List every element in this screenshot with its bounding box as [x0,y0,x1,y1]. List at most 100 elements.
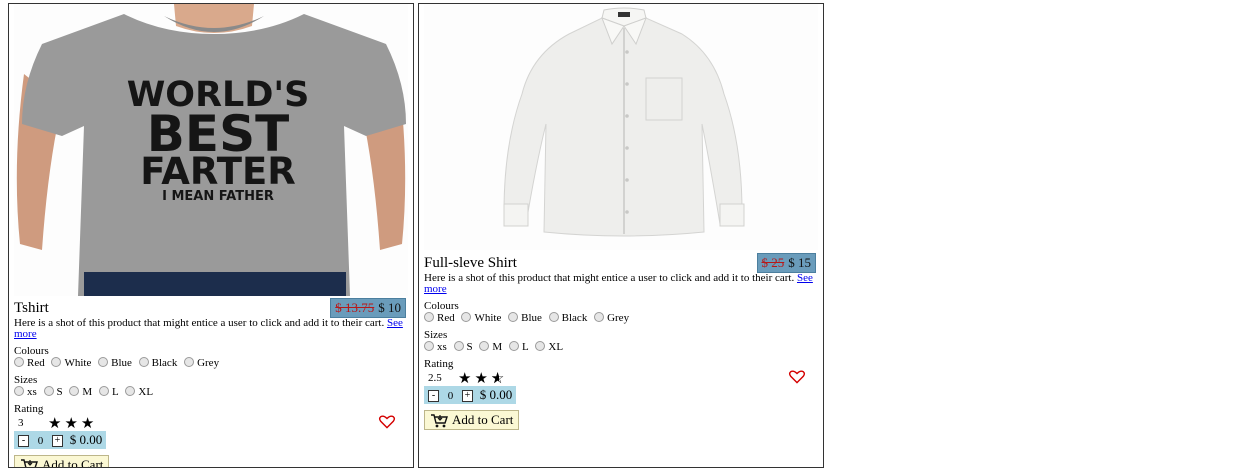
option-label: Black [561,312,588,324]
quantity-stepper: - 0 + $ 0.00 [424,386,517,404]
radio-button[interactable] [138,357,149,368]
size-option-l[interactable]: L [508,341,529,353]
radio-button[interactable] [424,312,434,323]
option-label: Grey [607,312,630,324]
star-rating[interactable]: ★★★ [48,414,97,433]
product-info: Tshirt $ 13.75 $ 10 Here is a shot of thi… [14,298,406,467]
size-option-s[interactable]: S [43,386,63,398]
option-label: XL [548,341,564,353]
colour-option-white[interactable]: White [51,357,91,369]
heart-icon[interactable] [788,370,806,384]
option-label: L [521,341,529,353]
half-star-icon[interactable]: ☆★ [491,369,507,388]
colour-option-blue[interactable]: Blue [508,312,542,324]
size-option-xs[interactable]: xs [424,341,447,353]
colour-option-black[interactable]: Black [548,312,588,324]
product-card-tshirt: WORLD'S BEST FARTER I MEAN FATHER Tshirt… [8,3,414,468]
size-option-xl[interactable]: XL [535,341,563,353]
option-label: White [64,357,92,369]
cart-icon [21,459,38,467]
line-total: $ 0.00 [69,432,103,447]
star-icon[interactable]: ★ [64,416,80,432]
option-label: M [492,341,503,353]
radio-button[interactable] [14,386,24,397]
option-label: Blue [521,312,542,324]
heart-icon[interactable] [378,415,396,429]
option-label: M [82,386,93,398]
plus-button[interactable]: + [52,435,63,448]
colour-option-blue[interactable]: Blue [98,357,132,369]
old-price: $ 13.75 [335,300,375,315]
sizes-label: Sizes [14,374,38,386]
size-options: xs S M L XL [14,386,406,398]
star-rating[interactable]: ★★☆★ [458,369,507,388]
price-badge: $ 13.75 $ 10 [330,298,406,318]
option-label: XL [138,386,154,398]
sizes-label: Sizes [424,329,448,341]
radio-button[interactable] [98,386,109,397]
radio-button[interactable] [508,341,519,352]
radio-button[interactable] [461,312,472,323]
colour-option-grey[interactable]: Grey [184,357,219,369]
colour-option-red[interactable]: Red [424,312,455,324]
radio-button[interactable] [535,341,546,352]
radio-button[interactable] [14,357,24,368]
option-label: L [111,386,119,398]
radio-button[interactable] [508,312,519,323]
colour-option-grey[interactable]: Grey [594,312,629,324]
line-total: $ 0.00 [479,387,513,402]
star-icon[interactable]: ★ [81,416,97,432]
radio-button[interactable] [453,341,464,352]
shirt-print: WORLD'S BEST FARTER I MEAN FATHER [127,75,310,204]
option-label: White [474,312,502,324]
product-description: Here is a shot of this product that migh… [14,318,406,340]
size-option-xs[interactable]: xs [14,386,37,398]
colour-options: Red White Blue Black Grey [14,357,406,369]
product-image[interactable] [424,4,818,250]
radio-button[interactable] [594,312,605,323]
radio-button[interactable] [479,341,490,352]
radio-button[interactable] [548,312,559,323]
option-label: Blue [111,357,132,369]
minus-button[interactable]: - [428,390,439,403]
add-to-cart-button[interactable]: Add to Cart [14,455,110,467]
radio-button[interactable] [43,386,54,397]
new-price: $ 10 [378,300,401,315]
rating-row: 2.5 ★★☆★ [424,370,816,387]
star-icon[interactable]: ★ [48,416,64,432]
colour-option-black[interactable]: Black [138,357,178,369]
size-option-m[interactable]: M [69,386,92,398]
product-info: Full-sleve Shirt $ 25 $ 15 Here is a shot… [424,253,816,431]
radio-button[interactable] [125,386,136,397]
cart-icon [431,414,448,428]
colours-label: Colours [14,345,49,357]
star-icon[interactable]: ★ [458,371,474,387]
plus-button[interactable]: + [462,390,473,403]
size-option-xl[interactable]: XL [125,386,153,398]
rating-value: 3 [18,417,24,429]
star-icon[interactable]: ★ [474,371,490,387]
rating-row: 3 ★★★ [14,415,406,432]
colour-option-red[interactable]: Red [14,357,45,369]
quantity-value: 0 [447,390,454,402]
minus-button[interactable]: - [18,435,29,448]
colour-option-white[interactable]: White [461,312,501,324]
option-label: Black [151,357,178,369]
option-label: Red [437,312,455,324]
add-to-cart-button[interactable]: Add to Cart [424,410,520,431]
radio-button[interactable] [424,341,434,352]
radio-button[interactable] [69,386,80,397]
new-price: $ 15 [788,255,811,270]
radio-button[interactable] [51,357,62,368]
radio-button[interactable] [98,357,109,368]
old-price: $ 25 [761,255,785,270]
product-image[interactable]: WORLD'S BEST FARTER I MEAN FATHER [14,4,408,296]
svg-text:FARTER: FARTER [140,150,296,193]
size-option-m[interactable]: M [479,341,502,353]
add-to-cart-label: Add to Cart [452,412,514,427]
radio-button[interactable] [184,357,195,368]
size-option-s[interactable]: S [453,341,473,353]
option-label: xs [437,341,447,353]
product-card-full-sleeve-shirt: Full-sleve Shirt $ 25 $ 15 Here is a shot… [418,3,824,468]
size-option-l[interactable]: L [98,386,119,398]
